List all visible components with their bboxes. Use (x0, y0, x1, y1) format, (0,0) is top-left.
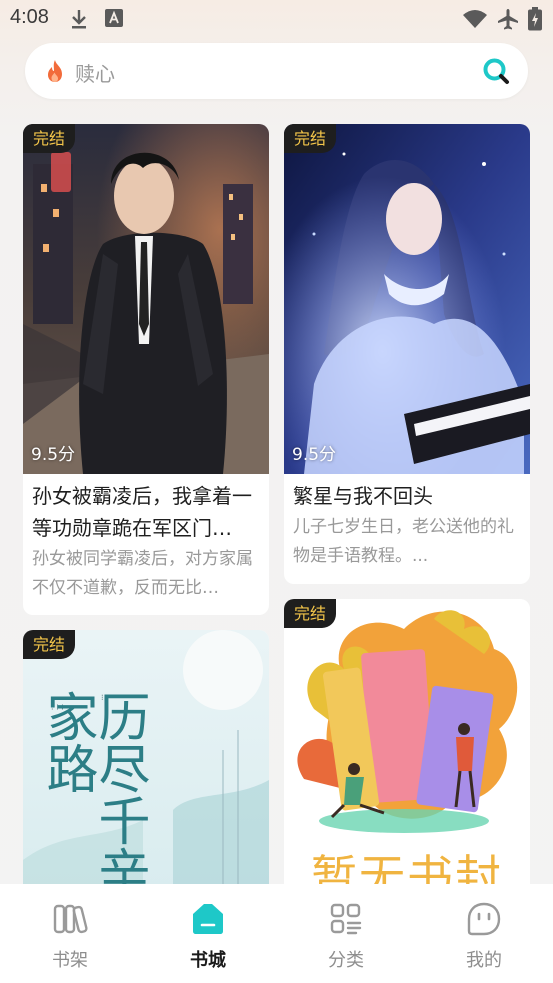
tab-label: 我的 (466, 950, 502, 971)
search-input[interactable]: 赎心 (75, 58, 115, 87)
book-card[interactable]: 完结 9.5分 孙女被霸凌后，我拿着一等功勋章跪在军区门… 孙女被同学霸凌后，对… (23, 124, 269, 615)
status-badge: 完结 (23, 124, 76, 153)
book-cover-image (284, 124, 530, 474)
tab-label: 书城 (190, 950, 226, 971)
download-icon (72, 10, 86, 29)
book-description: 儿子七岁生日，老公送他的礼物是手语教程。... (293, 517, 514, 566)
tab-profile[interactable]: 我的 (415, 884, 553, 983)
bottom-tab-bar: 书架 书城 分类 我的 (0, 884, 553, 983)
category-icon (330, 903, 362, 935)
search-bar[interactable]: 赎心 (25, 43, 528, 99)
status-bar: 4:08 (0, 0, 553, 38)
score-label: 9.5分 (292, 445, 337, 465)
book-title[interactable]: 繁星与我不回头 (293, 480, 521, 512)
tab-bookstore[interactable]: 书城 (139, 884, 277, 983)
tab-label: 书架 (52, 950, 88, 971)
text-a-icon (105, 9, 123, 27)
airplane-icon (498, 9, 518, 30)
bookshelf-icon (53, 904, 88, 934)
book-card[interactable]: 完结 9.5分 繁星与我不回头 儿子七岁生日，老公送他的礼物是手语教程。... (284, 124, 530, 584)
status-time: 4:08 (10, 6, 49, 28)
score-label: 9.5分 (31, 445, 76, 465)
status-badge: 完结 (23, 630, 76, 659)
tab-bookshelf[interactable]: 书架 (1, 884, 139, 983)
battery-icon (528, 7, 542, 31)
book-cover-image (23, 124, 269, 474)
profile-icon (467, 902, 501, 936)
search-icon[interactable] (482, 57, 510, 85)
book-card[interactable]: 暂无书封 完结 (284, 599, 530, 929)
book-title[interactable]: 孙女被霸凌后，我拿着一等功勋章跪在军区门… (32, 480, 260, 544)
wifi-icon (463, 10, 487, 28)
status-badge: 完结 (284, 599, 337, 628)
book-description: 孙女被同学霸凌后，对方家属不仅不道歉，反而无比… (32, 549, 253, 598)
tab-label: 分类 (328, 950, 364, 971)
status-badge: 完结 (284, 124, 337, 153)
flame-icon (48, 60, 62, 82)
tab-category[interactable]: 分类 (277, 884, 415, 983)
bookstore-icon (193, 904, 223, 934)
